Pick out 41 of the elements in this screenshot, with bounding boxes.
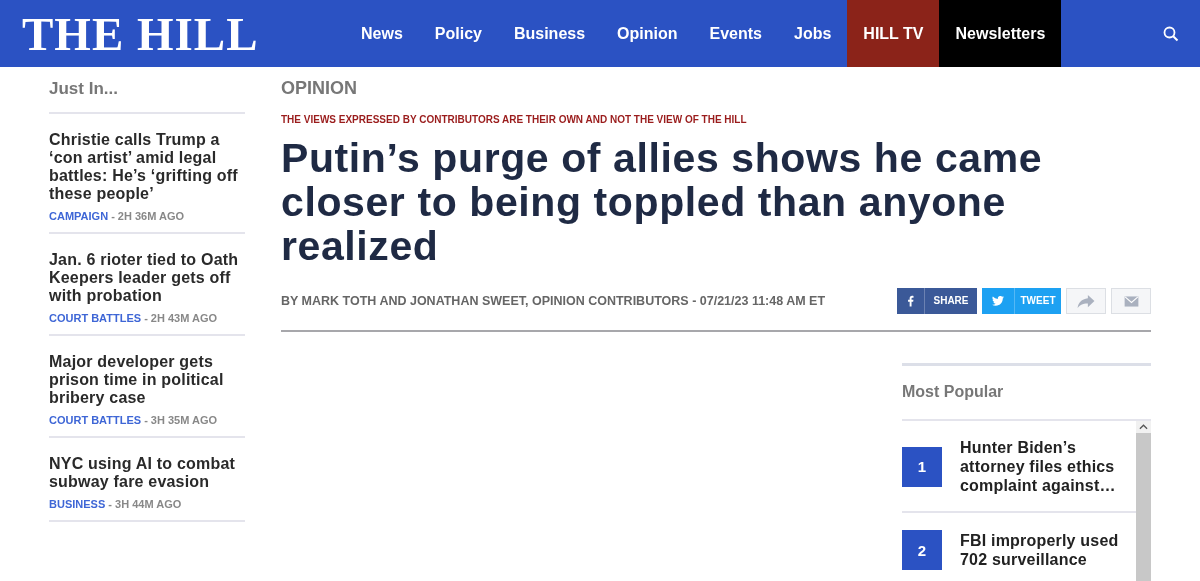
search-icon[interactable] (1163, 25, 1179, 42)
rank-badge: 1 (902, 446, 942, 487)
timestamp: - 3H 44M AGO (108, 498, 182, 510)
bird-icon (992, 296, 1004, 306)
section-link[interactable]: COURT BATTLES (49, 414, 142, 426)
nav-link[interactable]: HILL TV (847, 0, 940, 67)
timestamp: - 2H 43M AGO (144, 312, 218, 324)
headline-link[interactable]: FBI improperly used 702 surveillance (960, 531, 1136, 569)
nav-link[interactable]: Events (693, 0, 778, 67)
nav-link[interactable]: Opinion (601, 0, 694, 67)
sidebar-heading: Just In... (49, 67, 245, 114)
email-button[interactable] (1111, 288, 1151, 314)
scrollbar[interactable] (1136, 421, 1151, 581)
section-label: OPINION (281, 78, 358, 99)
scroll-up-icon[interactable] (1139, 424, 1148, 430)
section-link[interactable]: CAMPAIGN (49, 210, 109, 222)
headline-link[interactable]: NYC using AI to combat subway fare evasion (49, 455, 245, 491)
forward-arrow-icon (1076, 293, 1096, 309)
facebook-icon (907, 295, 914, 307)
sidebar-heading: Most Popular (902, 366, 1151, 421)
nav-link[interactable]: Jobs (778, 0, 848, 67)
article-headline: Putin’s purge of allies shows he came closer to being toppled than anyone realized (281, 136, 1044, 268)
rank-badge: 2 (902, 530, 942, 570)
logo[interactable]: THE HILL (22, 6, 322, 61)
nav-link[interactable]: Newsletters (939, 0, 1062, 67)
timestamp: - 2H 36M AGO (111, 210, 185, 222)
headline-link[interactable]: Christie calls Trump a ‘con artist’ amid legal battles: He’s ‘grifting off these people’ (49, 131, 245, 203)
nav-link[interactable]: News (345, 0, 419, 67)
share-button[interactable] (1066, 288, 1106, 314)
envelope-icon (1123, 295, 1139, 307)
nav-link[interactable]: Business (497, 0, 602, 67)
headline-link[interactable]: Hunter Biden’s attorney files ethics complaint against… (960, 438, 1136, 495)
facebook-share-button[interactable]: SHARE (897, 288, 977, 314)
section-link[interactable]: BUSINESS (49, 498, 106, 510)
headline-link[interactable]: Major developer gets prison time in political bribery case (49, 353, 245, 407)
timestamp: - 3H 35M AGO (144, 414, 218, 426)
nav-link[interactable]: Policy (418, 0, 498, 67)
disclaimer: THE VIEWS EXPRESSED BY CONTRIBUTORS ARE THEIR OWN AND NOT THE VIEW OF THE HILL (281, 114, 748, 125)
byline: BY MARK TOTH AND JONATHAN SWEET, OPINION CONTRIBUTORS - 07/21/23 11:48 AM ET (281, 294, 826, 308)
headline-link[interactable]: Jan. 6 rioter tied to Oath Keepers leader gets off with probation (49, 251, 245, 305)
section-link[interactable]: COURT BATTLES (49, 312, 142, 324)
